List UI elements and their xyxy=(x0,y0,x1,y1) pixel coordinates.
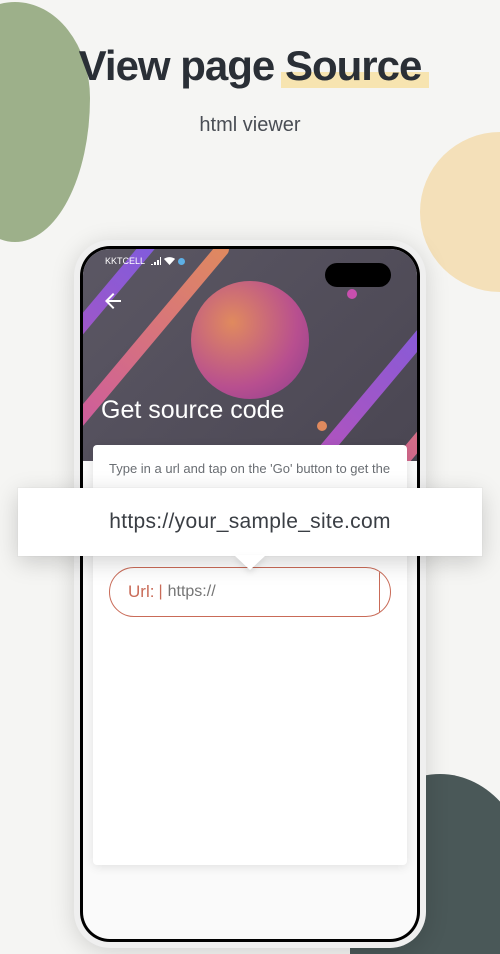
back-button[interactable] xyxy=(101,289,125,318)
tooltip-text: https://your_sample_site.com xyxy=(109,510,391,533)
go-button[interactable]: GO xyxy=(379,568,391,616)
arrow-left-icon xyxy=(101,289,125,313)
hero-dot-1 xyxy=(347,289,357,299)
phone-mockup: KKTCELL Get source code Type in a url an… xyxy=(74,240,426,948)
url-input[interactable] xyxy=(164,583,379,601)
page-subtitle: html viewer xyxy=(0,114,500,137)
phone-bezel: KKTCELL Get source code Type in a url an… xyxy=(80,246,420,942)
wifi-icon xyxy=(164,257,175,265)
status-icons xyxy=(151,257,185,265)
carrier-label: KKTCELL xyxy=(105,256,145,266)
phone-screen: KKTCELL Get source code Type in a url an… xyxy=(83,249,417,939)
hint-text: Type in a url and tap on the 'Go' button… xyxy=(109,459,391,479)
signal-icon xyxy=(151,257,161,265)
page-title: View page Source xyxy=(0,42,500,90)
title-highlight: Source xyxy=(285,42,421,90)
hero-title: Get source code xyxy=(101,396,284,425)
notification-dot-icon xyxy=(178,258,185,265)
url-label: Url: xyxy=(110,582,158,602)
hero-circle xyxy=(191,281,309,399)
hero-dot-2 xyxy=(317,421,327,431)
sample-url-tooltip: https://your_sample_site.com xyxy=(18,488,482,556)
text-cursor: | xyxy=(158,583,162,601)
camera-cutout xyxy=(325,263,391,287)
decor-blob-right xyxy=(420,132,500,292)
title-prefix: View page xyxy=(79,42,285,89)
url-input-row: Url: | GO xyxy=(109,567,391,617)
